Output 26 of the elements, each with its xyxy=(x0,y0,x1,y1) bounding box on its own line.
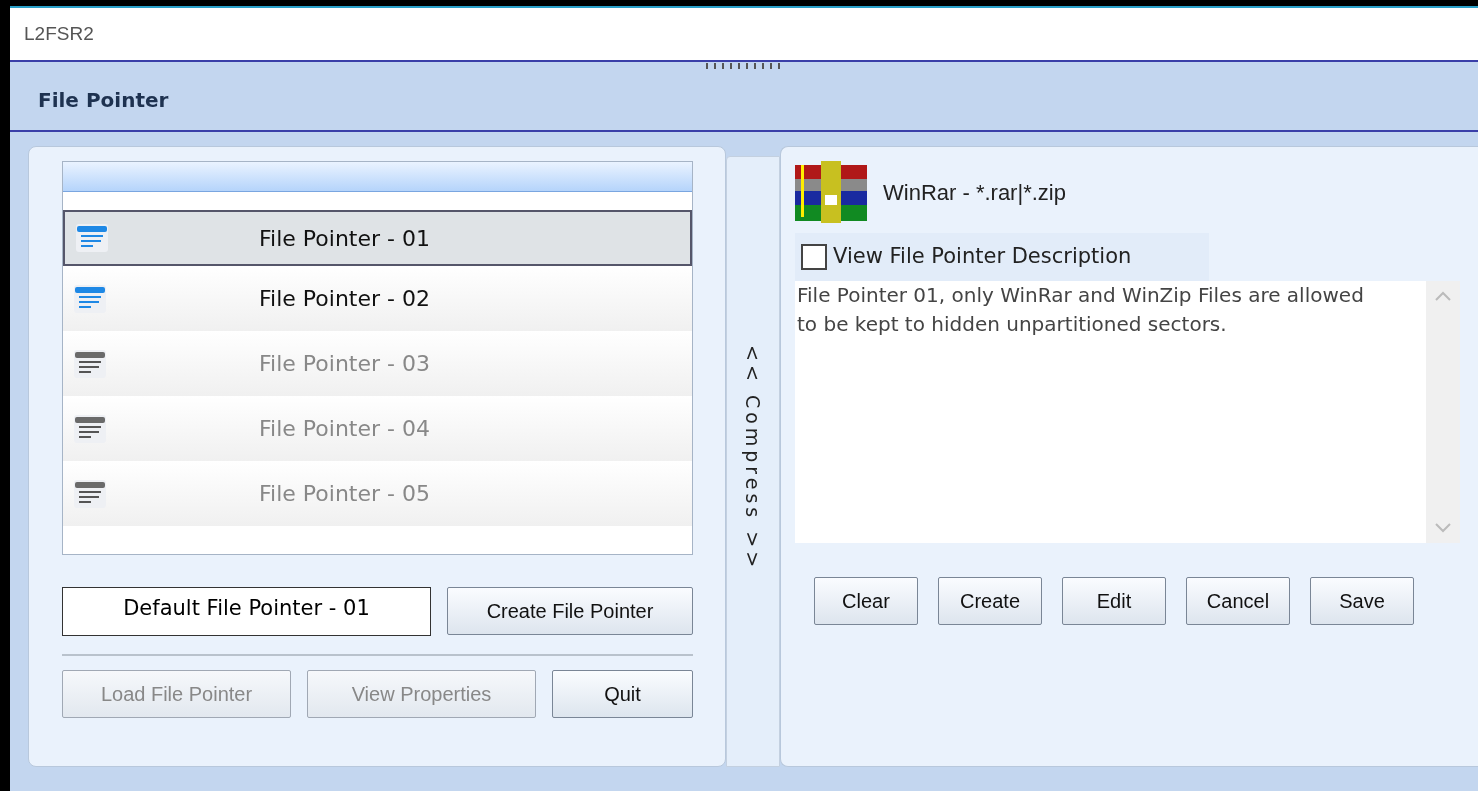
scrollbar[interactable] xyxy=(1426,281,1460,543)
document-icon xyxy=(73,478,107,509)
action-button[interactable]: Save xyxy=(1310,577,1414,625)
action-button[interactable]: Edit xyxy=(1062,577,1166,625)
action-button[interactable]: Quit xyxy=(552,670,693,718)
name-field[interactable]: Default File Pointer - 01 xyxy=(62,587,431,636)
document-icon xyxy=(73,413,107,444)
document-icon xyxy=(75,223,109,253)
archive-books-icon xyxy=(795,161,867,223)
panel-title: File Pointer xyxy=(38,87,169,114)
scroll-up-icon[interactable] xyxy=(1435,291,1451,301)
action-button[interactable]: Clear xyxy=(814,577,918,625)
action-button[interactable]: Cancel xyxy=(1186,577,1290,625)
checkbox[interactable] xyxy=(801,244,827,270)
compress-label[interactable]: << Compress >> xyxy=(738,345,768,575)
document-icon xyxy=(73,348,107,379)
window-title: L2FSR2 xyxy=(24,21,94,46)
file-pointer-row[interactable]: File Pointer - 01 xyxy=(63,210,692,266)
create-file-pointer-button[interactable]: Create File Pointer xyxy=(447,587,693,635)
splitter-grip-icon[interactable] xyxy=(706,63,782,69)
description-field[interactable]: File Pointer 01, only WinRar and WinZip Files are allowed to be kept to hidden unpartitioned sectors. xyxy=(795,281,1426,543)
action-button[interactable]: Create xyxy=(938,577,1042,625)
file-type-label: WinRar - *.rar|*.zip xyxy=(883,178,1066,207)
document-icon xyxy=(73,283,107,314)
scroll-down-icon[interactable] xyxy=(1435,523,1451,533)
compress-toggle[interactable]: << Compress >> xyxy=(726,156,780,767)
